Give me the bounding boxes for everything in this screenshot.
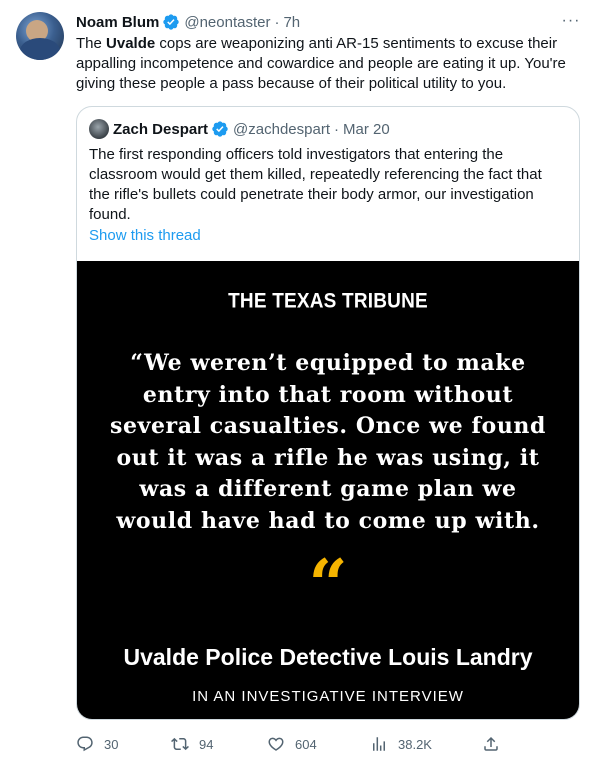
author-handle[interactable]: @neontaster	[184, 14, 270, 31]
card-attribution-sub: IN AN INVESTIGATIVE INTERVIEW	[192, 688, 464, 705]
separator-dot: ·	[334, 120, 339, 138]
retweet-button[interactable]: 94	[171, 734, 213, 754]
quoted-header: Zach Despart @zachdespart · Mar 20	[89, 119, 390, 139]
reply-count: 30	[104, 736, 119, 752]
like-count: 604	[295, 736, 317, 752]
quote-image[interactable]: THE TEXAS TRIBUNE “We weren’t equipped t…	[77, 261, 579, 719]
share-button[interactable]	[482, 734, 510, 754]
tweet[interactable]: Noam Blum @neontaster · 7h ··· The Uvald…	[0, 0, 598, 766]
card-quote-line: “We weren’t equipped to make	[130, 350, 526, 376]
views-count: 38.2K	[398, 736, 432, 752]
card-quote: “We weren’t equipped to make entry into …	[97, 348, 559, 537]
quoted-author-handle: @zachdespart	[233, 120, 330, 138]
reply-icon	[77, 736, 93, 752]
like-button[interactable]: 604	[267, 734, 317, 754]
reply-button[interactable]: 30	[76, 734, 118, 754]
views-icon	[373, 737, 385, 751]
quoted-author-name: Zach Despart	[113, 120, 209, 138]
card-quote-line: was a different game plan we	[139, 476, 517, 502]
tweet-time[interactable]: 7h	[283, 14, 300, 31]
share-icon	[484, 736, 498, 751]
card-quote-line: several casualties. Once we found	[109, 413, 546, 439]
quoted-date: Mar 20	[343, 120, 390, 138]
action-bar: 30 94 604 38.2K	[76, 734, 506, 754]
author-avatar[interactable]	[16, 12, 64, 60]
tweet-header: Noam Blum @neontaster · 7h	[76, 12, 300, 32]
tweet-text: The Uvalde cops are weaponizing anti AR-…	[76, 34, 581, 94]
views-button[interactable]: 38.2K	[370, 734, 432, 754]
retweet-icon	[171, 737, 189, 751]
like-icon	[268, 737, 284, 751]
card-quote-line: out it was a rifle he was using, it	[116, 444, 540, 471]
quoted-tweet[interactable]: Zach Despart @zachdespart · Mar 20 The f…	[76, 106, 580, 720]
retweet-count: 94	[199, 736, 214, 752]
more-icon[interactable]: ···	[560, 11, 582, 31]
quoted-text: The first responding officers told inves…	[89, 146, 542, 223]
card-quote-line: entry into that room without	[142, 381, 514, 408]
tweet-text-bold: Uvalde	[106, 35, 156, 52]
show-thread-link[interactable]: Show this thread	[89, 227, 201, 244]
author-name[interactable]: Noam Blum	[76, 14, 159, 31]
quote-mark-icon: “	[308, 545, 348, 625]
verified-icon	[163, 14, 180, 30]
tweet-text-before: The	[76, 35, 107, 52]
separator-dot: ·	[274, 13, 280, 31]
card-quote-line: would have had to come up with.	[116, 507, 540, 534]
verified-icon	[212, 121, 228, 137]
card-masthead: THE TEXAS TRIBUNE	[228, 289, 428, 313]
quoted-avatar	[89, 119, 109, 139]
card-attribution: Uvalde Police Detective Louis Landry	[123, 644, 533, 670]
